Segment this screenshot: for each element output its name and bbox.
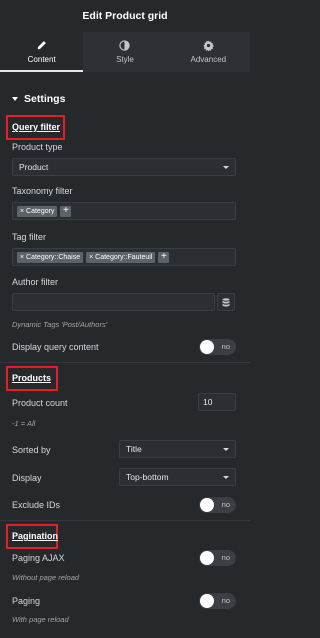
exclude-ids-label: Exclude IDs [12,500,61,510]
paging-ajax-label: Paging AJAX [12,553,65,563]
tab-content[interactable]: Content [0,32,84,72]
panel-title: Edit Product grid [82,10,168,22]
display-value: Top-bottom [126,472,169,482]
dynamic-tags-button[interactable] [217,293,235,311]
taxonomy-tag-chip[interactable]: × Category [17,205,58,217]
paging-ajax-toggle[interactable]: no [199,550,236,566]
contrast-icon [119,40,131,51]
paging-toggle[interactable]: no [199,593,236,609]
toggle-knob [200,340,214,354]
product-type-label: Product type [12,142,63,152]
tab-content-label: Content [27,55,56,64]
tab-advanced-label: Advanced [190,55,227,64]
caret-down-icon [12,97,18,101]
pagination-heading: Pagination [12,531,59,541]
sorted-by-value: Title [126,444,142,454]
toggle-knob [200,594,214,608]
display-label: Display [12,473,42,483]
chevron-down-icon [223,476,229,479]
chevron-down-icon [223,448,229,451]
taxonomy-filter-field[interactable]: × Category + [12,202,236,220]
author-filter-label: Author filter [12,277,59,287]
paging-ajax-hint: Without page reload [12,573,80,582]
section-divider [0,362,250,363]
sorted-by-label: Sorted by [12,445,51,455]
product-count-label: Product count [12,398,68,408]
toggle-state: no [221,553,230,562]
author-filter-input[interactable] [12,293,215,311]
author-filter-hint: Dynamic Tags 'Post/Authors' [12,320,108,329]
tab-style[interactable]: Style [83,32,166,72]
add-taxonomy-button[interactable]: + [60,205,72,217]
exclude-ids-toggle[interactable]: no [199,497,236,513]
database-icon [222,297,230,306]
tab-advanced[interactable]: Advanced [167,32,250,72]
add-tag-button[interactable]: + [158,251,170,263]
paging-hint: With page reload [12,615,69,624]
panel-header: Edit Product grid [0,0,250,32]
toggle-knob [200,551,214,565]
display-select[interactable]: Top-bottom [119,468,236,486]
product-count-hint: -1 = All [12,419,36,428]
toggle-state: no [221,342,230,351]
display-query-toggle[interactable]: no [199,339,236,355]
gear-icon [203,40,214,51]
toggle-state: no [221,500,230,509]
tag-chip-chaise[interactable]: × Category::Chaise [17,251,84,263]
display-query-label: Display query content [12,342,99,352]
tag-chip-fauteuil[interactable]: × Category::Fauteuil [86,251,156,263]
tab-bar: Content Style Advanced [0,32,250,72]
query-filter-heading: Query filter [12,122,61,132]
tag-filter-field[interactable]: × Category::Chaise × Category::Fauteuil … [12,248,236,266]
product-count-value: 10 [203,397,213,407]
taxonomy-filter-label: Taxonomy filter [12,186,73,196]
pencil-icon [37,41,47,50]
tag-filter-label: Tag filter [12,232,47,242]
chevron-down-icon [223,166,229,169]
sorted-by-select[interactable]: Title [119,440,236,458]
product-count-input[interactable]: 10 [198,393,236,411]
product-type-select[interactable]: Product [12,158,236,176]
toggle-knob [200,498,214,512]
settings-section-toggle[interactable]: Settings [12,93,65,105]
paging-label: Paging [12,596,41,606]
tab-style-label: Style [116,55,134,64]
settings-title: Settings [24,93,66,105]
toggle-state: no [221,596,230,605]
section-divider [0,520,250,521]
products-heading: Products [12,373,52,383]
product-type-value: Product [19,162,49,172]
